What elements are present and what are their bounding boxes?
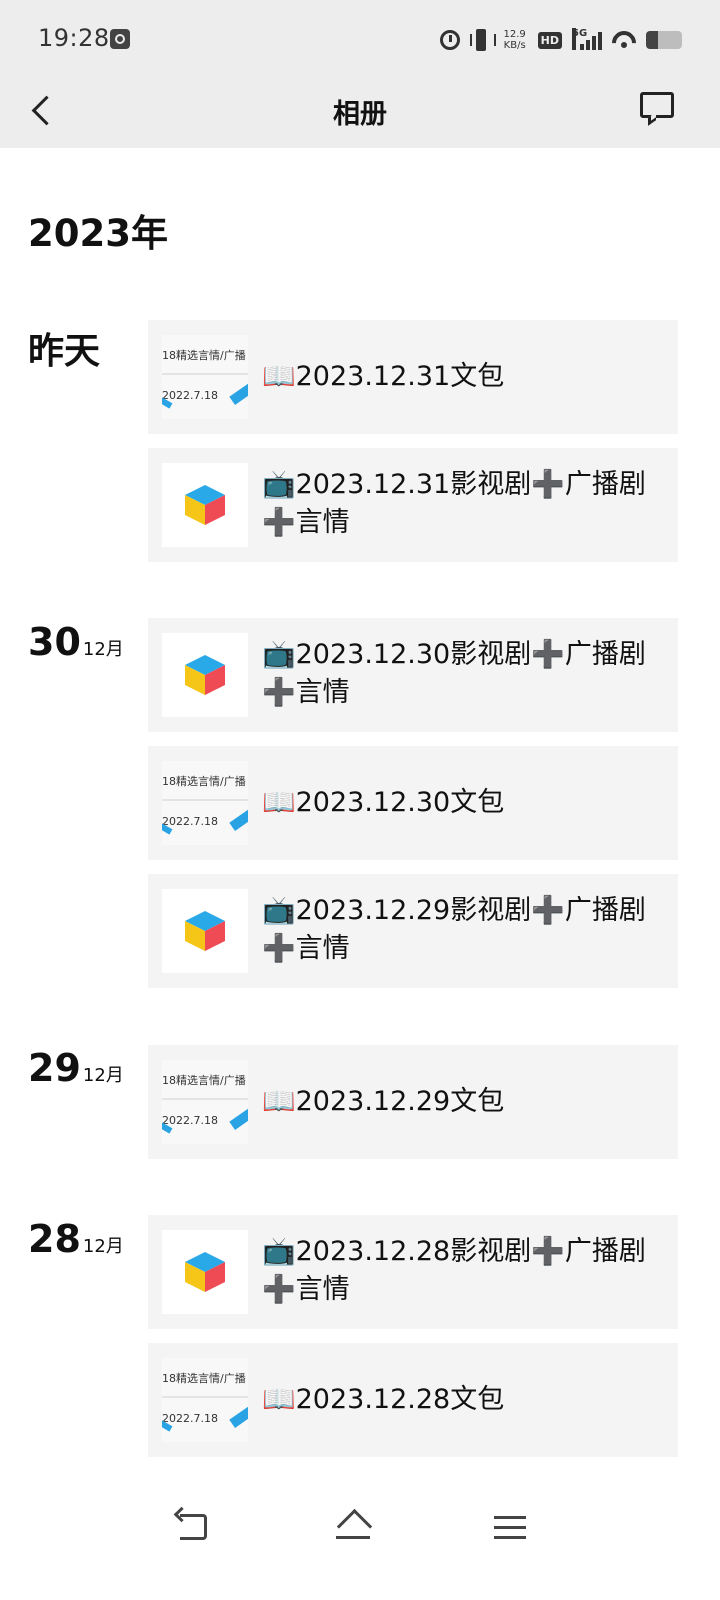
nav-home-icon[interactable] — [330, 1508, 378, 1550]
thumbnail-text-line2: 2022.7.18 — [162, 1412, 218, 1425]
comment-icon[interactable] — [638, 90, 676, 126]
network-speed: 12.9 KB/s — [502, 29, 528, 51]
alarm-icon — [439, 30, 460, 50]
album-item[interactable]: 📺2023.12.30影视剧➕广播剧➕言情 — [148, 618, 678, 732]
thumbnail-text-line2: 2022.7.18 — [162, 815, 218, 828]
day-label: 28 12月 — [28, 1217, 124, 1261]
network-speed-value: 12.9 — [503, 29, 526, 40]
album-item[interactable]: 📺2023.12.29影视剧➕广播剧➕言情 — [148, 874, 678, 988]
album-item-title: 📺2023.12.30影视剧➕广播剧➕言情 — [262, 639, 646, 708]
settings-icon — [110, 29, 130, 49]
nav-menu-icon[interactable] — [488, 1508, 536, 1550]
thumbnail-text-line1: 18精选言情/广播 — [162, 1074, 246, 1087]
thumbnail-image: 18精选言情/广播 2022.7.18 — [162, 1358, 248, 1442]
album-item[interactable]: 18精选言情/广播 2022.7.18 📖2023.12.31文包 — [148, 320, 678, 434]
album-item-title: 📖2023.12.28文包 — [262, 1384, 505, 1415]
day-month: 12月 — [82, 639, 124, 660]
battery-icon — [646, 31, 682, 49]
status-bar: 19:28 12.9 KB/s HD 5G — [0, 0, 720, 80]
album-item[interactable]: 18精选言情/广播 2022.7.18 📖2023.12.29文包 — [148, 1045, 678, 1159]
album-item-title: 📺2023.12.28影视剧➕广播剧➕言情 — [262, 1236, 646, 1305]
thumbnail-image: 18精选言情/广播 2022.7.18 — [162, 335, 248, 419]
wifi-icon — [612, 31, 636, 49]
year-label: 2023年 — [28, 212, 168, 255]
cube-app-icon — [162, 633, 248, 717]
album-item[interactable]: 📺2023.12.28影视剧➕广播剧➕言情 — [148, 1215, 678, 1329]
album-item-title: 📖2023.12.31文包 — [262, 361, 505, 392]
network-speed-unit: KB/s — [503, 40, 526, 51]
day-number: 28 — [28, 1217, 81, 1261]
header: 相册 — [0, 80, 720, 148]
day-month: 12月 — [82, 1065, 124, 1086]
thumbnail-image: 18精选言情/广播 2022.7.18 — [162, 761, 248, 845]
status-icons: 12.9 KB/s HD 5G — [439, 22, 682, 58]
thumbnail-text-line2: 2022.7.18 — [162, 389, 218, 402]
status-time: 19:28 — [38, 24, 110, 52]
thumbnail-image: 18精选言情/广播 2022.7.18 — [162, 1060, 248, 1144]
cube-app-icon — [162, 889, 248, 973]
vibrate-icon — [469, 29, 496, 51]
day-label-yesterday: 昨天 — [28, 331, 101, 372]
signal-icon: 5G — [572, 28, 602, 50]
network-type: 5G — [572, 28, 587, 50]
album-item-title: 📺2023.12.31影视剧➕广播剧➕言情 — [262, 469, 646, 538]
thumbnail-text-line1: 18精选言情/广播 — [162, 1372, 246, 1385]
cube-app-icon — [162, 1230, 248, 1314]
album-item-title: 📺2023.12.29影视剧➕广播剧➕言情 — [262, 895, 646, 964]
album-item-title: 📖2023.12.30文包 — [262, 787, 505, 818]
day-number: 30 — [28, 620, 81, 664]
album-item[interactable]: 📺2023.12.31影视剧➕广播剧➕言情 — [148, 448, 678, 562]
page-title: 相册 — [333, 99, 387, 130]
album-item[interactable]: 18精选言情/广播 2022.7.18 📖2023.12.28文包 — [148, 1343, 678, 1457]
cube-app-icon — [162, 463, 248, 547]
thumbnail-text-line1: 18精选言情/广播 — [162, 349, 246, 362]
album-item-title: 📖2023.12.29文包 — [262, 1086, 505, 1117]
thumbnail-text-line2: 2022.7.18 — [162, 1114, 218, 1127]
hd-badge: HD — [537, 31, 562, 49]
day-month: 12月 — [82, 1236, 124, 1257]
nav-back-icon[interactable] — [172, 1508, 220, 1550]
album-item[interactable]: 18精选言情/广播 2022.7.18 📖2023.12.30文包 — [148, 746, 678, 860]
day-label: 29 12月 — [28, 1046, 124, 1090]
day-label: 30 12月 — [28, 620, 124, 664]
system-nav-bar — [0, 1490, 720, 1600]
thumbnail-text-line1: 18精选言情/广播 — [162, 775, 246, 788]
day-number: 29 — [28, 1046, 81, 1090]
